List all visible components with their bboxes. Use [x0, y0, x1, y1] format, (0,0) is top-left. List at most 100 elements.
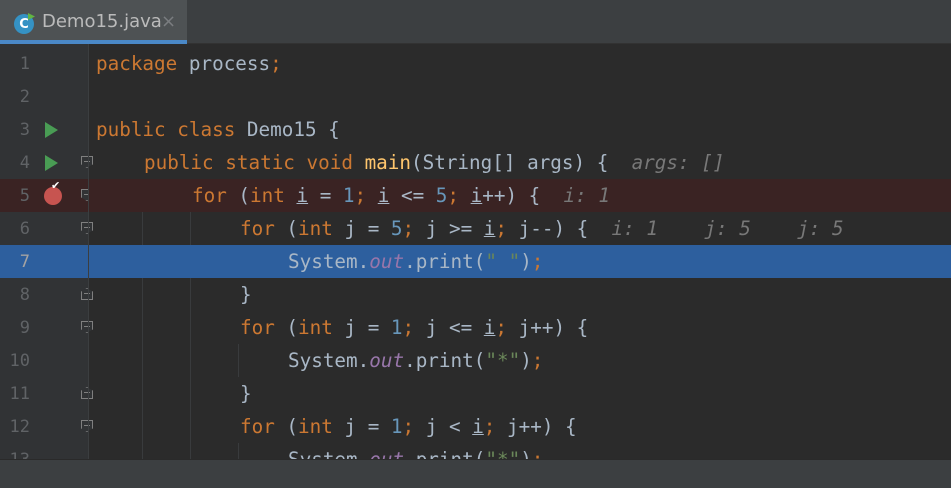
code-line-11[interactable]: } [89, 377, 951, 410]
keyword: int [250, 184, 285, 207]
gutter-line[interactable]: 8 [0, 278, 93, 311]
semicolon: ; [402, 316, 426, 339]
code-token: System. [288, 448, 369, 460]
keyword: for [240, 415, 275, 438]
gutter-line[interactable]: 10 [0, 344, 88, 377]
bottom-panel-bar [0, 459, 951, 488]
static-field: out [369, 250, 405, 273]
closing-brace: } [240, 283, 252, 306]
semicolon: ; [531, 349, 544, 372]
code-token: j <= [425, 316, 484, 339]
code-token: ( [274, 415, 299, 438]
loop-variable: i [296, 184, 309, 207]
keyword: int [298, 217, 333, 240]
run-main-icon[interactable] [45, 155, 58, 171]
gutter-line[interactable]: 2 [0, 80, 88, 113]
tab-demo15-java[interactable]: C Demo15.java × [0, 0, 187, 44]
semicolon: ; [531, 250, 544, 273]
loop-variable: i [377, 184, 390, 207]
code-line-7-current-execution[interactable]: System.out.print(" "); [89, 245, 951, 278]
gutter-line[interactable]: 12 [0, 410, 93, 443]
code-token: ( [274, 217, 299, 240]
editor-tab-bar: C Demo15.java × [0, 0, 951, 44]
keyword: for [192, 184, 227, 207]
code-token: j = [332, 316, 391, 339]
number-literal: 5 [435, 184, 448, 207]
code-token: = [308, 184, 343, 207]
loop-variable: i [483, 217, 496, 240]
semicolon: ; [270, 52, 282, 75]
gutter-line[interactable]: 1 [0, 47, 88, 80]
number-literal: 5 [390, 217, 403, 240]
code-line-10[interactable]: System.out.print("*"); [89, 344, 951, 377]
code-line-2[interactable] [89, 80, 951, 113]
code-line-3[interactable]: public class Demo15 { [89, 113, 951, 146]
line-number: 8 [19, 285, 30, 305]
code-line-6[interactable]: for (int j = 5; j >= i; j--) { i: 1 j: 5… [89, 212, 951, 245]
semicolon: ; [447, 184, 471, 207]
code-line-1[interactable]: package process; [89, 47, 951, 80]
gutter-line-current[interactable]: 7 [0, 245, 88, 278]
gutter-line[interactable]: 5 [0, 179, 93, 212]
code-editor[interactable]: package process; public class Demo15 { p… [89, 44, 951, 459]
keyword: for [240, 217, 275, 240]
code-token: ) [520, 349, 532, 372]
string-literal: " " [485, 250, 521, 273]
method-name: main [364, 151, 411, 174]
semicolon: ; [483, 415, 508, 438]
debug-inline-value: i: 1 [563, 184, 610, 207]
code-token: j >= [425, 217, 484, 240]
string-literal: "*" [485, 349, 521, 372]
breakpoint-icon[interactable] [44, 179, 62, 205]
keyword: for [240, 316, 275, 339]
code-token: System. [288, 349, 370, 372]
gutter-line[interactable]: 3 [0, 113, 88, 146]
code-line-12[interactable]: for (int j = 1; j < i; j++) { [89, 410, 951, 443]
line-number: 12 [9, 417, 30, 437]
code-line-8[interactable]: } [89, 278, 951, 311]
code-token: System. [288, 250, 370, 273]
editor-gutter[interactable]: 1 2 3 4 5 6 7 8 9 10 11 12 13 [0, 44, 93, 470]
code-line-9[interactable]: for (int j = 1; j <= i; j++) { [89, 311, 951, 344]
keyword: package [96, 52, 178, 75]
gutter-line[interactable]: 6 [0, 212, 93, 245]
static-field: out [369, 448, 404, 460]
number-literal: 1 [390, 415, 403, 438]
line-number: 1 [19, 54, 30, 74]
code-token: j++) { [507, 415, 577, 438]
gutter-line[interactable]: 11 [0, 377, 93, 410]
gutter-line[interactable]: 4 [0, 146, 93, 179]
package-name: process [177, 52, 271, 75]
code-token: ++) { [482, 184, 541, 207]
run-class-icon[interactable] [45, 122, 58, 138]
java-class-icon: C [14, 14, 34, 34]
code-line-13[interactable]: System.out.print("*"); [89, 443, 951, 460]
close-tab-icon[interactable]: × [161, 11, 176, 33]
keyword: public class [96, 118, 236, 141]
line-number: 3 [19, 120, 30, 140]
line-number: 5 [19, 186, 30, 206]
loop-variable: i [470, 184, 483, 207]
semicolon: ; [402, 415, 426, 438]
line-number: 4 [19, 153, 30, 173]
code-token: .print( [404, 448, 485, 460]
line-number: 7 [19, 252, 30, 272]
code-token: <= [389, 184, 436, 207]
debug-inline-value: i: 1 j: 5 j: 5 [611, 217, 844, 240]
string-literal: "*" [485, 448, 520, 460]
code-token: .print( [404, 250, 486, 273]
code-token: j++) { [518, 316, 589, 339]
line-number: 6 [19, 219, 30, 239]
code-line-5-breakpoint[interactable]: for (int i = 1; i <= 5; i++) { i: 1 [89, 179, 951, 212]
loop-variable: i [472, 415, 484, 438]
keyword: int [298, 415, 333, 438]
closing-brace: } [240, 382, 252, 405]
code-line-4[interactable]: public static void main(String[] args) {… [89, 146, 951, 179]
semicolon: ; [354, 184, 378, 207]
code-token: ) [520, 250, 532, 273]
class-declaration: Demo15 { [235, 118, 340, 141]
semicolon: ; [495, 217, 519, 240]
gutter-line[interactable]: 9 [0, 311, 93, 344]
keyword: int [298, 316, 333, 339]
code-token: .print( [404, 349, 486, 372]
